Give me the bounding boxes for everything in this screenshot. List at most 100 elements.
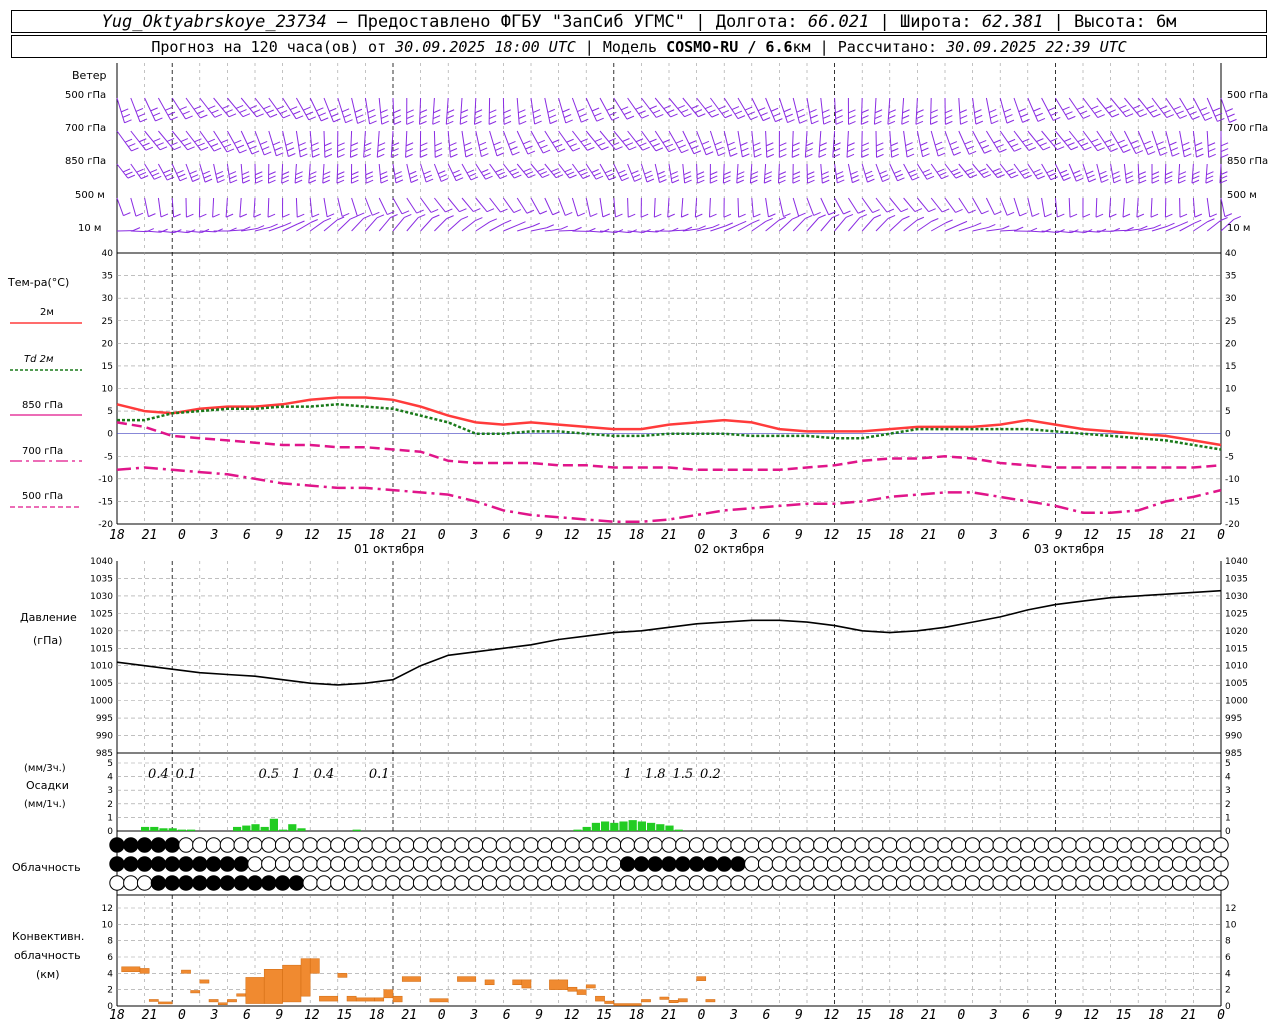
wind-barb-flag — [1233, 215, 1241, 220]
wind-barb-flag — [1191, 179, 1200, 184]
cloud-cover-circle — [951, 875, 967, 891]
wind-barb — [572, 130, 588, 151]
wind-barb-flag — [1220, 148, 1229, 153]
wind-barb-flag — [638, 110, 646, 115]
wind-barb-flag — [1053, 142, 1061, 147]
wind-barb-flag — [1194, 142, 1203, 147]
cloud-cover-circle — [550, 875, 567, 891]
wind-barb-flag — [910, 173, 918, 178]
wind-barb — [944, 223, 961, 232]
wind-barb-flag — [475, 217, 483, 221]
precip-bar — [610, 822, 619, 831]
cloud-cover-circle — [647, 856, 663, 872]
cloud-cover-circle — [1116, 837, 1133, 853]
wind-barb — [765, 219, 780, 232]
wind-barb-flag — [310, 219, 318, 223]
precip-bar — [168, 828, 177, 831]
wind-barb-flag — [901, 115, 910, 119]
wind-barb-flag — [914, 208, 923, 213]
wind-barb-flag — [738, 213, 746, 218]
hour-tick-bottom: 3 — [729, 1008, 738, 1023]
wind-barb-flag — [757, 107, 766, 112]
meteogram: 0.4 0.1 0.5 1 0.4 0.1 1 1.8 1.5 0.2 -20 -20-15 -15-… — [7, 63, 1268, 1023]
temp-tick-right: -5 — [1225, 452, 1234, 462]
wind-barb — [295, 130, 301, 158]
wind-barb-flag — [509, 168, 517, 173]
wind-barb — [958, 225, 975, 232]
wind-barb — [861, 217, 875, 232]
wind-barb-flag — [969, 174, 978, 179]
wind-barb-flag — [1018, 108, 1026, 113]
wind-barb-flag — [178, 173, 186, 178]
wind-barb-flag — [1007, 138, 1016, 143]
wind-barb-flag — [1172, 152, 1180, 157]
wind-barb-flag — [537, 168, 545, 173]
wind-barb — [999, 197, 1008, 216]
wind-barb-flag — [694, 109, 703, 114]
conv-tick-right: 4 — [1225, 969, 1231, 979]
wind-barb — [349, 130, 353, 158]
conv-cloud-bar — [696, 976, 707, 981]
wind-barb — [517, 225, 533, 232]
wind-barb — [1191, 163, 1194, 184]
pres-tick-right: 1015 — [1225, 644, 1248, 654]
wind-barb-flag — [473, 208, 481, 213]
hour-tick-bottom: 0 — [1217, 1008, 1225, 1023]
wind-barb — [847, 163, 853, 183]
cloud-cover-circle — [1033, 856, 1050, 872]
wind-barb-flag — [762, 117, 771, 122]
wind-barb-flag — [405, 148, 414, 153]
wind-barb — [461, 220, 476, 232]
wind-barb-flag — [693, 150, 702, 155]
wind-barb-flag — [1113, 179, 1122, 184]
cloud-cover-circle — [868, 856, 884, 872]
wind-barb-flag — [216, 175, 224, 179]
pres-tick-right: 1030 — [1225, 592, 1248, 602]
cloud-cover-circle — [412, 856, 429, 872]
wind-barb — [322, 163, 325, 184]
wind-barb-flag — [668, 148, 677, 153]
wind-barb-flag — [681, 149, 689, 154]
pres-tick-left: 1005 — [90, 679, 113, 689]
cloud-cover-circle — [826, 837, 843, 853]
wind-barb-flag — [916, 115, 924, 120]
wind-barb-flag — [460, 115, 468, 119]
wind-barb — [1013, 130, 1030, 151]
wind-barb-flag — [578, 168, 586, 173]
wind-barb-flag — [281, 179, 289, 184]
hour-tick-bottom: 0 — [438, 1008, 446, 1023]
cloud-cover-circle — [1089, 837, 1105, 853]
temp-tick-left: 20 — [102, 339, 114, 349]
legend-500-label: 500 гПа — [22, 491, 63, 502]
wind-barb-flag — [235, 104, 244, 109]
cloud-cover-circle — [647, 875, 663, 891]
hour-tick-bottom: 15 — [1116, 1008, 1132, 1023]
wind-barb — [212, 197, 215, 218]
wind-barb-flag — [931, 218, 939, 222]
wind-barb — [1206, 220, 1221, 232]
wind-barb-flag — [124, 119, 132, 124]
wind-barb-flag — [742, 153, 750, 158]
wind-barb-flag — [797, 114, 806, 119]
wind-barb-flag — [297, 220, 305, 225]
wind-barb-flag — [716, 146, 724, 151]
temp-tick-right: 15 — [1225, 362, 1236, 372]
cloud-cover-circle — [164, 856, 180, 872]
wind-barb — [1177, 163, 1181, 184]
wind-barb-flag — [754, 153, 762, 158]
wind-barb — [130, 197, 137, 217]
conv-cloud-bar — [549, 979, 569, 990]
wind-barb-flag — [821, 171, 829, 176]
cloud-cover-circle — [523, 856, 539, 872]
wind-barb-flag — [308, 116, 316, 121]
wind-barb-flag — [322, 175, 331, 180]
wind-barb-flag — [888, 115, 896, 119]
wind-barb-flag — [640, 213, 649, 218]
wind-barb-flag — [364, 142, 372, 147]
wind-barb — [930, 222, 946, 232]
wind-barb-flag — [851, 175, 859, 179]
wind-barb-flag — [391, 153, 399, 158]
wind-barb — [1110, 229, 1127, 232]
wind-barb-flag — [1160, 152, 1168, 156]
wind-barb-flag — [470, 176, 479, 181]
